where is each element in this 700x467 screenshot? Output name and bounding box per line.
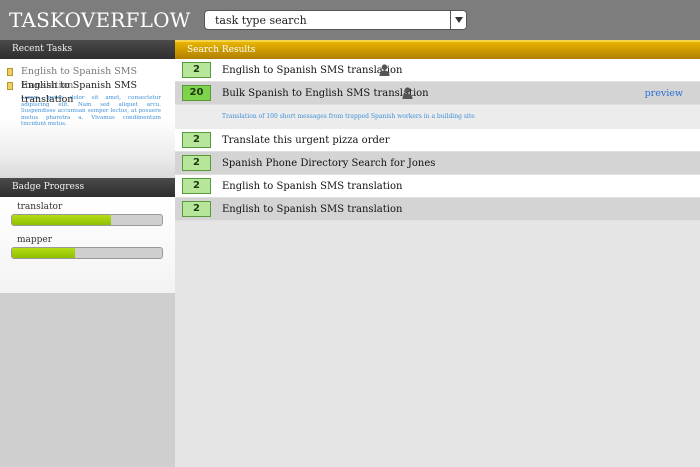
result-count-badge: 2	[182, 62, 211, 78]
result-count-badge: 2	[182, 178, 211, 194]
result-row[interactable]: 2 Spanish Phone Directory Search for Jon…	[175, 152, 700, 175]
badge-progress-panel: translator mapper	[0, 197, 175, 293]
badge-progress-fill	[12, 215, 111, 225]
result-title: Translate this urgent pizza order	[222, 135, 390, 146]
panel-divider	[0, 157, 175, 178]
result-title: Bulk Spanish to English SMS translation	[222, 88, 429, 99]
top-bar: TASKOVERFLOW	[0, 0, 700, 40]
result-count-badge: 2	[182, 201, 211, 217]
search-input[interactable]	[205, 11, 450, 29]
preview-link[interactable]: preview	[645, 82, 683, 105]
recent-tasks-heading: Recent Tasks	[0, 40, 175, 59]
search-box[interactable]	[204, 10, 467, 30]
badge-label: translator	[17, 202, 63, 212]
left-sidebar: Recent Tasks English to Spanish SMS tran…	[0, 40, 175, 467]
badge-label: mapper	[17, 235, 53, 245]
search-results-panel: Search Results 2 English to Spanish SMS …	[175, 40, 700, 467]
result-count-badge: 2	[182, 132, 211, 148]
result-title: English to Spanish SMS translation	[222, 181, 403, 192]
person-icon	[379, 64, 390, 76]
result-detail: Translation of 100 short messages from t…	[175, 105, 700, 129]
result-title: English to Spanish SMS translation	[222, 204, 403, 215]
search-dropdown-button[interactable]	[450, 11, 466, 29]
chevron-down-icon	[455, 17, 463, 23]
recent-task-item[interactable]: English to Spanish SMS translation	[0, 79, 175, 105]
result-count-badge: 2	[182, 155, 211, 171]
result-row[interactable]: 2 Translate this urgent pizza order	[175, 129, 700, 152]
badge-progress-bar	[11, 247, 163, 259]
result-row[interactable]: 2 English to Spanish SMS translation	[175, 198, 700, 221]
result-title: English to Spanish SMS translation	[222, 65, 403, 76]
badge-progress-heading: Badge Progress	[0, 178, 175, 197]
recent-tasks-panel: English to Spanish SMS translation Engli…	[0, 59, 175, 157]
result-title: Spanish Phone Directory Search for Jones	[222, 158, 436, 169]
result-row[interactable]: 2 English to Spanish SMS translation	[175, 59, 700, 82]
app-logo[interactable]: TASKOVERFLOW	[9, 8, 190, 32]
person-icon	[402, 87, 413, 99]
result-row-expanded[interactable]: 20 Bulk Spanish to English SMS translati…	[175, 82, 700, 105]
recent-task-item[interactable]: English to Spanish SMS translation	[0, 65, 175, 91]
result-row[interactable]: 2 English to Spanish SMS translation	[175, 175, 700, 198]
task-document-icon	[7, 68, 13, 76]
search-results-heading: Search Results	[175, 40, 700, 59]
badge-progress-fill	[12, 248, 75, 258]
task-document-icon	[7, 82, 13, 90]
result-count-badge: 20	[182, 85, 211, 101]
badge-progress-bar	[11, 214, 163, 226]
